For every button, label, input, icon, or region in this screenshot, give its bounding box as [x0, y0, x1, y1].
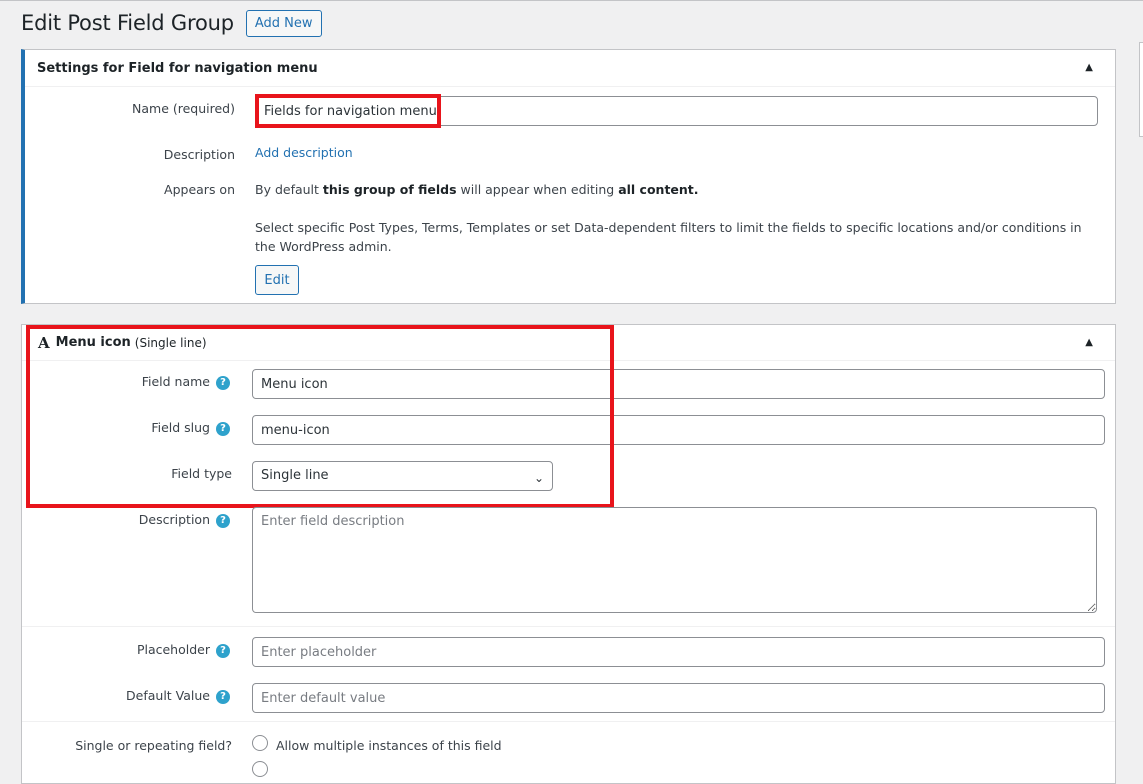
appears-on-text: By default this group of fields will app… — [255, 182, 699, 197]
help-icon[interactable]: ? — [216, 376, 230, 390]
help-icon[interactable]: ? — [216, 422, 230, 436]
divider — [22, 626, 1115, 627]
appears-on-label: Appears on — [164, 182, 235, 197]
add-description-link[interactable]: Add description — [255, 145, 353, 160]
placeholder-input[interactable] — [252, 637, 1105, 667]
field-box-header[interactable]: A Menu icon (Single line) ▲ — [22, 325, 1115, 361]
help-icon[interactable]: ? — [216, 690, 230, 704]
divider — [22, 721, 1115, 722]
settings-box: Settings for Field for navigation menu ▲… — [21, 49, 1116, 304]
field-name-label: Field name? — [22, 374, 230, 390]
description-textarea[interactable] — [252, 507, 1097, 613]
second-radio[interactable] — [252, 761, 268, 777]
settings-box-title: Settings for Field for navigation menu — [37, 60, 318, 76]
placeholder-label: Placeholder? — [22, 642, 230, 658]
name-field[interactable] — [255, 96, 1098, 126]
description-label: Description — [163, 147, 235, 162]
allow-multiple-label[interactable]: Allow multiple instances of this field — [276, 736, 502, 755]
field-box-title: Menu icon — [55, 335, 131, 350]
name-label: Name (required) — [132, 101, 235, 116]
help-icon[interactable]: ? — [216, 644, 230, 658]
page-header: Edit Post Field Group Add New — [21, 8, 322, 38]
add-new-button[interactable]: Add New — [245, 9, 322, 37]
allow-multiple-radio[interactable] — [252, 735, 268, 751]
field-type-select[interactable]: Single line ⌄ — [252, 461, 553, 491]
default-value-input[interactable] — [252, 683, 1105, 713]
edit-locations-button[interactable]: Edit — [255, 265, 299, 295]
text-field-icon: A — [38, 333, 50, 352]
default-value-label: Default Value? — [22, 688, 230, 704]
field-box-subtitle: (Single line) — [134, 335, 207, 350]
field-type-value: Single line — [261, 468, 329, 483]
field-slug-input[interactable] — [252, 415, 1105, 445]
settings-box-header[interactable]: Settings for Field for navigation menu ▲ — [25, 50, 1115, 87]
triangle-up-icon[interactable]: ▲ — [1085, 62, 1093, 73]
field-box: A Menu icon (Single line) ▲ Field name? … — [21, 324, 1116, 784]
description-label: Description? — [22, 512, 230, 528]
page-title: Edit Post Field Group — [21, 11, 234, 35]
single-repeating-label: Single or repeating field? — [75, 738, 232, 753]
chevron-down-icon: ⌄ — [533, 471, 544, 485]
top-border — [0, 0, 1143, 1]
field-slug-label: Field slug? — [22, 420, 230, 436]
field-type-label: Field type — [171, 466, 232, 481]
side-panel-edge — [1139, 42, 1143, 137]
appears-on-note: Select specific Post Types, Terms, Templ… — [255, 220, 1082, 254]
field-name-input[interactable] — [252, 369, 1105, 399]
triangle-up-icon[interactable]: ▲ — [1085, 337, 1093, 348]
help-icon[interactable]: ? — [216, 514, 230, 528]
